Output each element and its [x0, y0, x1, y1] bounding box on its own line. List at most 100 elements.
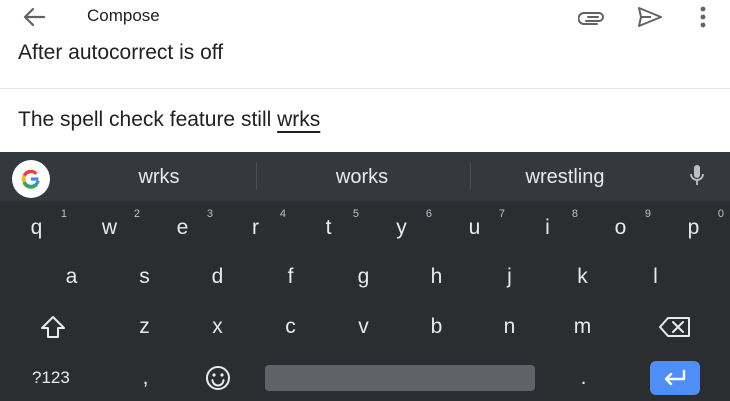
key-label: m — [573, 315, 592, 338]
key-n[interactable]: n — [473, 304, 546, 350]
key-label: t — [325, 216, 332, 239]
key-label: c — [285, 315, 296, 338]
key-d[interactable]: d — [181, 254, 254, 300]
key-hint: 3 — [206, 208, 213, 220]
paperclip-icon — [578, 12, 604, 25]
key-j[interactable]: j — [473, 254, 546, 300]
suggestion-1[interactable]: wrks — [108, 166, 210, 189]
key-k[interactable]: k — [546, 254, 619, 300]
shift-icon — [41, 316, 65, 338]
key-hint: 1 — [60, 208, 67, 220]
app-bar: Compose — [0, 0, 730, 34]
key-p[interactable]: p0 — [657, 205, 730, 251]
key-g[interactable]: g — [327, 254, 400, 300]
key-u[interactable]: u7 — [438, 205, 511, 251]
key-r[interactable]: r4 — [219, 205, 292, 251]
key-hint: 8 — [571, 208, 578, 220]
send-icon — [638, 7, 662, 27]
key-a[interactable]: a — [35, 254, 108, 300]
key-hint: 9 — [644, 208, 651, 220]
key-l[interactable]: l — [619, 254, 692, 300]
key-label: f — [287, 265, 294, 288]
key-label: b — [430, 315, 443, 338]
misspelled-word[interactable]: wrks — [277, 108, 320, 131]
send-button[interactable] — [634, 4, 666, 30]
key-q[interactable]: q1 — [0, 205, 73, 251]
key-label: n — [503, 315, 516, 338]
key-label: a — [65, 265, 78, 288]
key-o[interactable]: o9 — [584, 205, 657, 251]
key-z[interactable]: z — [108, 304, 181, 350]
key-b[interactable]: b — [400, 304, 473, 350]
microphone-icon — [690, 165, 704, 185]
soft-keyboard: wrks works wrestling q1 w2 e3 r4 t5 y6 u… — [0, 152, 730, 401]
key-hint: 6 — [425, 208, 432, 220]
mic-button[interactable] — [684, 162, 710, 190]
key-label: x — [212, 315, 223, 338]
key-x[interactable]: x — [181, 304, 254, 350]
key-label: v — [358, 315, 369, 338]
back-button[interactable] — [20, 4, 48, 30]
backspace-key[interactable] — [640, 304, 710, 350]
key-t[interactable]: t5 — [292, 205, 365, 251]
body-field[interactable]: The spell check feature still wrks — [18, 108, 320, 132]
key-label: z — [139, 315, 150, 338]
key-s[interactable]: s — [108, 254, 181, 300]
emoji-icon — [205, 366, 230, 390]
divider — [0, 88, 730, 89]
shift-key[interactable] — [18, 304, 88, 350]
suggestion-separator — [256, 162, 257, 190]
back-arrow-icon — [23, 7, 45, 27]
key-hint: 0 — [717, 208, 724, 220]
key-label: k — [577, 265, 588, 288]
google-logo-button[interactable] — [12, 160, 50, 198]
enter-key[interactable] — [650, 361, 700, 395]
comma-key[interactable]: , — [118, 355, 173, 401]
key-label: i — [545, 216, 550, 239]
key-label: w — [101, 216, 118, 239]
symbols-key[interactable]: ?123 — [32, 365, 88, 391]
more-options-button[interactable] — [690, 4, 716, 30]
key-label: q — [30, 216, 43, 239]
suggestion-2[interactable]: works — [310, 166, 414, 189]
key-label: e — [176, 216, 189, 239]
enter-arrow-icon — [664, 369, 686, 386]
key-label: s — [139, 265, 150, 288]
subject-field[interactable]: After autocorrect is off — [18, 41, 223, 65]
emoji-key[interactable] — [190, 355, 245, 401]
body-text: The spell check feature still — [18, 108, 278, 131]
key-hint: 5 — [352, 208, 359, 220]
key-label: l — [653, 265, 658, 288]
key-label: . — [580, 366, 587, 389]
backspace-icon — [659, 317, 690, 337]
suggestion-separator — [470, 162, 471, 190]
key-f[interactable]: f — [254, 254, 327, 300]
space-bar[interactable] — [265, 365, 535, 391]
key-label: y — [396, 216, 407, 239]
key-label: p — [687, 216, 700, 239]
key-label: o — [614, 216, 627, 239]
more-vert-icon — [700, 6, 706, 28]
key-y[interactable]: y6 — [365, 205, 438, 251]
key-label: d — [211, 265, 224, 288]
key-h[interactable]: h — [400, 254, 473, 300]
key-e[interactable]: e3 — [146, 205, 219, 251]
attach-button[interactable] — [576, 4, 608, 30]
key-label: , — [142, 366, 149, 389]
key-label: u — [468, 216, 481, 239]
period-key[interactable]: . — [556, 355, 611, 401]
key-label: h — [430, 265, 443, 288]
key-hint: 2 — [133, 208, 140, 220]
page-title: Compose — [87, 6, 160, 25]
key-hint: 7 — [498, 208, 505, 220]
key-v[interactable]: v — [327, 304, 400, 350]
key-hint: 4 — [279, 208, 286, 220]
suggestion-3[interactable]: wrestling — [505, 166, 625, 189]
key-m[interactable]: m — [546, 304, 619, 350]
google-g-icon — [21, 169, 40, 189]
key-label: r — [252, 216, 259, 239]
key-w[interactable]: w2 — [73, 205, 146, 251]
key-i[interactable]: i8 — [511, 205, 584, 251]
key-label: g — [357, 265, 370, 288]
key-c[interactable]: c — [254, 304, 327, 350]
